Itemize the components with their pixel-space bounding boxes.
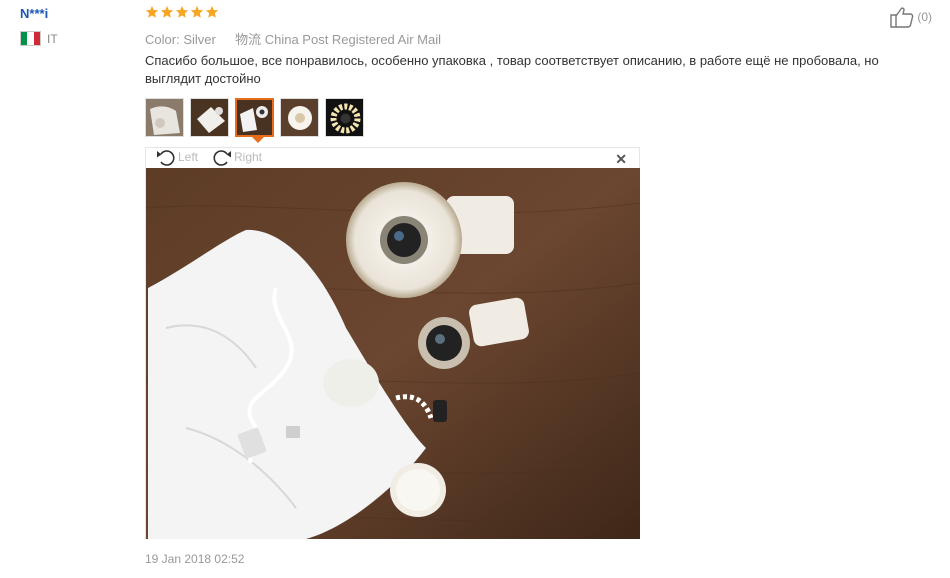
rotate-left-label: Left (178, 150, 199, 164)
rotate-right-label: Right (234, 150, 263, 164)
star-icon (205, 5, 219, 18)
selected-thumbnail-indicator (252, 137, 264, 143)
review-photo[interactable] (146, 168, 640, 539)
photo-thumbnail-5[interactable] (325, 98, 364, 137)
review-text: Спасибо большое, все понравилось, особен… (145, 53, 879, 86)
shipping-value: China Post Registered Air Mail (264, 32, 442, 47)
shipping-label: 物流 (235, 32, 262, 47)
rotate-right-icon (213, 150, 231, 166)
star-rating (145, 5, 219, 19)
helpful-count: (0) (917, 10, 932, 24)
photo-thumbnail-4[interactable] (280, 98, 319, 137)
star-icon (175, 5, 189, 18)
star-icon (190, 5, 204, 18)
review-date: 19 Jan 2018 02:52 (145, 552, 245, 566)
reviewer-country: IT (20, 31, 58, 46)
country-code: IT (47, 31, 58, 46)
thumbs-up-icon (890, 7, 914, 28)
rotate-right-button[interactable]: Right (212, 148, 262, 166)
star-icon (145, 5, 159, 18)
color-label: Color: (145, 32, 180, 47)
italy-flag-icon (20, 31, 41, 46)
close-icon[interactable]: ✕ (615, 151, 627, 168)
photo-thumbnail-1[interactable] (145, 98, 184, 137)
rotate-left-button[interactable]: Left (156, 148, 198, 166)
reviewer-name: N***i (20, 6, 49, 21)
star-icon (160, 5, 174, 18)
order-details: Color: Silver 物流 China Post Registered A… (145, 29, 441, 48)
viewer-toolbar: Left Right ✕ (146, 148, 639, 168)
photo-thumbnails (145, 98, 364, 137)
helpful-button[interactable]: (0) (890, 6, 932, 28)
photo-viewer: Left Right ✕ (145, 147, 640, 539)
color-value: Silver (183, 32, 216, 47)
photo-thumbnail-3[interactable] (235, 98, 274, 137)
photo-thumbnail-2[interactable] (190, 98, 229, 137)
rotate-left-icon (157, 150, 175, 166)
